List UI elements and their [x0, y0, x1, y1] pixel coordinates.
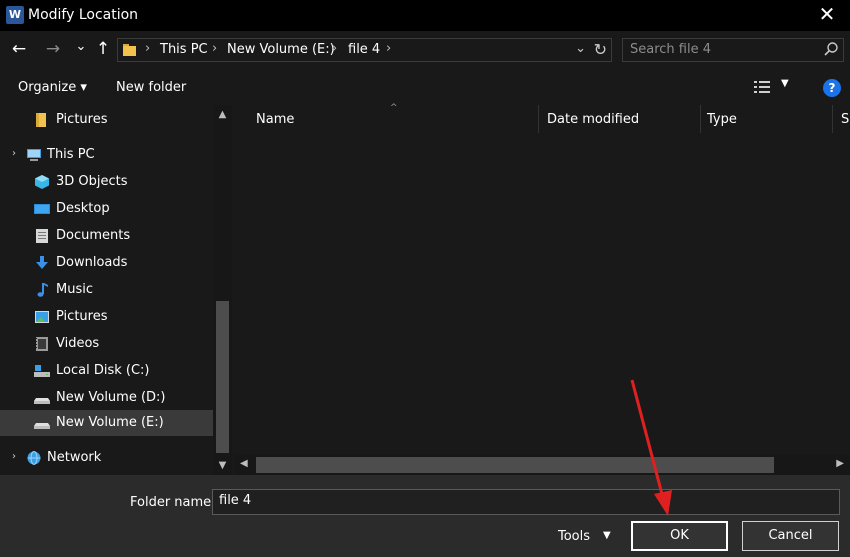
sidebar-item-network[interactable]: › Network — [0, 445, 213, 471]
ok-button[interactable]: OK — [631, 521, 728, 551]
sidebar-item-downloads[interactable]: Downloads — [0, 250, 213, 276]
scroll-up-icon[interactable]: ▲ — [213, 109, 232, 120]
sort-ascending-icon: ^ — [390, 103, 398, 113]
file-list-horizontal-scrollbar[interactable]: ◀ ▶ — [234, 455, 850, 475]
sidebar-item-label: Pictures — [56, 112, 108, 127]
sidebar-item-label: 3D Objects — [56, 174, 128, 189]
column-divider[interactable] — [700, 105, 701, 133]
search-icon[interactable] — [823, 41, 839, 57]
tools-menu[interactable]: Tools — [558, 529, 590, 544]
refresh-icon[interactable]: ↻ — [594, 40, 607, 59]
folder-icon — [36, 113, 46, 127]
scroll-down-icon[interactable]: ▼ — [213, 460, 232, 471]
scroll-right-icon[interactable]: ▶ — [836, 458, 844, 469]
folder-name-label: Folder name: — [130, 495, 216, 510]
column-header-date-modified[interactable]: Date modified — [547, 112, 639, 127]
3d-objects-icon — [35, 175, 49, 189]
sidebar-item-new-volume-d[interactable]: New Volume (D:) — [0, 385, 213, 411]
documents-icon — [36, 229, 48, 243]
breadcrumb-new-volume-e[interactable]: New Volume (E:) — [227, 42, 335, 57]
sidebar-item-pictures[interactable]: Pictures — [0, 304, 213, 330]
sidebar-item-desktop[interactable]: Desktop — [0, 196, 213, 222]
organize-menu[interactable]: Organize ▾ — [18, 80, 87, 95]
sidebar-item-label: Music — [56, 282, 93, 297]
sidebar-item-label: Downloads — [56, 255, 128, 270]
sidebar-item-new-volume-e[interactable]: New Volume (E:) — [0, 410, 213, 436]
pictures-icon — [35, 311, 49, 323]
drive-icon — [34, 423, 50, 429]
sidebar-item-this-pc[interactable]: › This PC — [0, 142, 213, 168]
network-icon — [27, 451, 41, 465]
back-button[interactable]: ← — [8, 38, 30, 60]
column-divider[interactable] — [832, 105, 833, 133]
downloads-icon — [36, 256, 48, 269]
scrollbar-thumb[interactable] — [216, 301, 229, 453]
sidebar-item-music[interactable]: Music — [0, 277, 213, 303]
column-divider[interactable] — [538, 105, 539, 133]
navigation-pane: Pictures › This PC 3D Objects Desktop Do… — [0, 105, 232, 475]
videos-icon — [36, 337, 48, 351]
sidebar-item-documents[interactable]: Documents — [0, 223, 213, 249]
sidebar-item-label: This PC — [47, 147, 95, 162]
view-details-icon[interactable] — [754, 80, 774, 94]
sidebar-item-label: New Volume (E:) — [56, 415, 164, 430]
forward-button[interactable]: → — [42, 38, 64, 60]
sidebar-item-label: Network — [47, 450, 102, 465]
breadcrumb-separator: › — [145, 41, 151, 56]
folder-icon — [123, 44, 136, 56]
breadcrumb-separator: › — [212, 41, 218, 56]
local-disk-icon — [34, 365, 50, 377]
sidebar-item-label: Documents — [56, 228, 131, 243]
column-header-type[interactable]: Type — [707, 112, 737, 127]
help-icon[interactable]: ? — [823, 79, 841, 97]
column-header-size[interactable]: S — [841, 112, 849, 127]
desktop-icon — [34, 204, 50, 214]
breadcrumb-separator: › — [332, 41, 338, 56]
breadcrumb-this-pc[interactable]: This PC — [160, 42, 208, 57]
sidebar-item-label: Desktop — [56, 201, 110, 216]
sidebar-item-local-disk-c[interactable]: Local Disk (C:) — [0, 358, 213, 384]
up-button[interactable]: ↑ — [92, 38, 114, 60]
sidebar-item-label: New Volume (D:) — [56, 390, 166, 405]
sidebar-item-label: Pictures — [56, 309, 108, 324]
computer-icon — [27, 149, 41, 161]
breadcrumb-separator: › — [386, 41, 392, 56]
sidebar-item-label: Local Disk (C:) — [56, 363, 150, 378]
new-folder-button[interactable]: New folder — [116, 80, 186, 95]
navigation-scrollbar[interactable]: ▲ ▼ — [213, 105, 232, 475]
search-box[interactable]: Search file 4 — [622, 38, 844, 62]
chevron-right-icon[interactable]: › — [12, 148, 16, 159]
scrollbar-thumb[interactable] — [256, 457, 774, 473]
folder-name-input[interactable]: file 4 — [212, 489, 840, 515]
view-dropdown-icon[interactable]: ▼ — [781, 78, 789, 89]
file-list: ^ Name Date modified Type S — [234, 103, 850, 475]
sidebar-item-pictures-quick[interactable]: Pictures — [0, 107, 213, 133]
chevron-right-icon[interactable]: › — [12, 451, 16, 462]
search-input[interactable]: Search file 4 — [630, 42, 711, 57]
sidebar-item-3d-objects[interactable]: 3D Objects — [0, 169, 213, 195]
tools-dropdown-icon[interactable]: ▼ — [603, 530, 611, 541]
window-title: Modify Location — [28, 7, 139, 23]
drive-icon — [34, 398, 50, 404]
column-header-name[interactable]: Name — [256, 112, 294, 127]
recent-locations-button[interactable]: ⌄ — [70, 36, 92, 58]
address-bar[interactable]: › This PC › New Volume (E:) › file 4 › ⌄… — [117, 38, 612, 62]
word-app-icon: W — [6, 6, 24, 24]
breadcrumb-file-4[interactable]: file 4 — [348, 42, 380, 57]
title-bar: W Modify Location ✕ — [0, 0, 850, 31]
music-icon — [37, 283, 48, 297]
scroll-left-icon[interactable]: ◀ — [240, 458, 248, 469]
sidebar-item-label: Videos — [56, 336, 100, 351]
address-dropdown-icon[interactable]: ⌄ — [575, 41, 586, 56]
cancel-button[interactable]: Cancel — [742, 521, 839, 551]
sidebar-item-videos[interactable]: Videos — [0, 331, 213, 357]
close-button[interactable]: ✕ — [804, 0, 850, 31]
